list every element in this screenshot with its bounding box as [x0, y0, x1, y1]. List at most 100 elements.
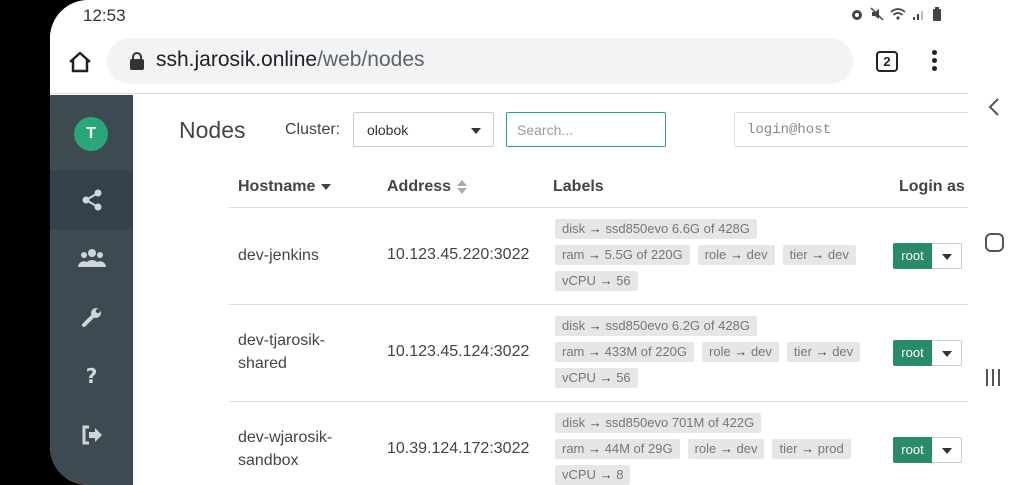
phone-screen: 12:53 ssh.jarosik.online/web/nodes 2 T ?…	[50, 0, 968, 485]
header-hostname[interactable]: Hostname	[238, 178, 332, 196]
hostname-line: sandbox	[238, 452, 299, 469]
address-bar[interactable]: ssh.jarosik.online/web/nodes	[107, 38, 853, 84]
label-value: 56	[616, 273, 631, 288]
signal-icon	[913, 11, 923, 20]
label-value: 5.5G of 220G	[604, 247, 683, 262]
login-dropdown-button[interactable]	[932, 243, 962, 269]
back-icon[interactable]	[987, 97, 1001, 117]
login-dropdown-button[interactable]	[932, 340, 962, 366]
hostname-line: dev-tjarosik-	[238, 332, 326, 349]
label-tag: vCPU → 8	[555, 465, 631, 485]
arrow-icon: →	[585, 415, 606, 430]
search-input[interactable]	[506, 112, 666, 147]
row-address: 10.123.45.124:3022	[387, 343, 530, 360]
label-key: vCPU	[562, 467, 596, 482]
label-tag: role → dev	[687, 439, 765, 459]
label-tag: disk → ssd850evo 6.6G of 428G	[555, 219, 757, 239]
label-key: ram	[562, 441, 585, 456]
sidebar-item-logout[interactable]	[50, 406, 133, 464]
label-value: ssd850evo 6.6G of 428G	[605, 221, 750, 236]
label-tag: disk → ssd850evo 701M of 422G	[555, 413, 762, 433]
row-labels: disk → ssd850evo 701M of 422G ram → 44M o…	[555, 413, 871, 485]
cluster-label: Cluster:	[285, 121, 341, 138]
users-icon	[77, 249, 106, 267]
label-key: role	[709, 344, 731, 359]
label-key: vCPU	[562, 370, 596, 385]
login-as-group: root	[893, 340, 962, 366]
home-icon[interactable]	[66, 48, 94, 76]
row-hostname: dev-wjarosik-sandbox	[238, 426, 332, 472]
arrow-icon: →	[797, 441, 818, 456]
label-key: vCPU	[562, 273, 596, 288]
arrow-icon: →	[595, 273, 617, 288]
label-value: 8	[616, 467, 624, 482]
table-row[interactable]: dev-tjarosik-shared 10.123.45.124:3022 dis…	[229, 305, 968, 402]
label-key: disk	[562, 415, 586, 430]
header-address[interactable]: Address	[387, 178, 468, 196]
label-value: 44M of 29G	[604, 441, 673, 456]
label-key: ram	[562, 247, 585, 262]
sidebar-item-help[interactable]: ?	[50, 347, 133, 405]
label-key: tier	[779, 441, 798, 456]
label-value: ssd850evo 6.2G of 428G	[605, 318, 750, 333]
arrow-icon: →	[595, 370, 617, 385]
sort-desc-icon	[321, 183, 332, 190]
status-time: 12:53	[83, 6, 126, 25]
label-value: 433M of 220G	[604, 344, 688, 359]
arrow-icon: →	[584, 247, 605, 262]
table-row[interactable]: dev-wjarosik-sandbox 10.39.124.172:3022 di…	[229, 402, 968, 485]
recent-apps-icon[interactable]	[986, 369, 1000, 386]
table-row[interactable]: dev-jenkins 10.123.45.220:3022 disk → ssd8…	[229, 208, 968, 305]
home-nav-icon[interactable]	[985, 233, 1004, 252]
sidebar-item-settings[interactable]	[50, 288, 133, 346]
browser-toolbar: ssh.jarosik.online/web/nodes 2	[50, 32, 968, 94]
url-path: /web/nodes	[317, 48, 425, 71]
share-nodes-icon	[82, 189, 101, 211]
help-icon: ?	[85, 364, 98, 388]
tab-switcher-button[interactable]: 2	[876, 51, 898, 72]
sidebar-item-users[interactable]	[50, 229, 133, 287]
label-tag: vCPU → 56	[555, 271, 638, 291]
status-bar: 12:53	[50, 0, 968, 32]
label-tag: vCPU → 56	[555, 368, 638, 388]
login-host-input[interactable]	[734, 112, 968, 147]
label-key: disk	[562, 318, 586, 333]
sort-icon	[457, 179, 468, 194]
label-value: dev	[736, 441, 758, 456]
label-tag: tier → dev	[782, 245, 856, 265]
label-tag: ram → 5.5G of 220G	[555, 245, 690, 265]
device-frame: 12:53 ssh.jarosik.online/web/nodes 2 T ?…	[0, 0, 1024, 485]
row-labels: disk → ssd850evo 6.6G of 428G ram → 5.5G …	[555, 219, 871, 297]
login-root-button[interactable]: root	[893, 437, 932, 463]
url-domain: ssh.jarosik.online	[156, 48, 318, 71]
header-address-label: Address	[387, 178, 452, 195]
row-address: 10.123.45.220:3022	[387, 246, 530, 263]
arrow-icon: →	[726, 247, 747, 262]
label-key: tier	[793, 344, 812, 359]
row-address: 10.39.124.172:3022	[387, 440, 530, 457]
overflow-menu-icon[interactable]	[930, 50, 938, 74]
sidebar-item-nodes[interactable]	[50, 171, 133, 229]
label-value: dev	[750, 344, 772, 359]
wifi-icon	[890, 8, 906, 20]
login-dropdown-button[interactable]	[932, 437, 962, 463]
arrow-icon: →	[585, 221, 606, 236]
sidebar: T ?	[50, 95, 133, 485]
login-root-button[interactable]: root	[893, 243, 932, 269]
cluster-select[interactable]: olobok	[353, 112, 494, 147]
label-tag: tier → prod	[772, 439, 851, 459]
battery-icon	[933, 7, 941, 21]
header-login: Login as	[899, 178, 965, 195]
label-key: tier	[789, 247, 808, 262]
login-root-button[interactable]: root	[893, 340, 932, 366]
wrench-icon	[81, 308, 101, 327]
avatar[interactable]: T	[74, 117, 108, 151]
header-labels: Labels	[553, 178, 604, 195]
alarm-icon	[852, 10, 862, 20]
chevron-down-icon	[942, 254, 952, 260]
android-nav-bar	[968, 0, 1024, 485]
label-tag: role → dev	[697, 245, 775, 265]
label-value: prod	[817, 441, 844, 456]
table-header: Hostname Address Labels Login as	[229, 175, 968, 208]
label-tag: ram → 44M of 29G	[555, 439, 680, 459]
